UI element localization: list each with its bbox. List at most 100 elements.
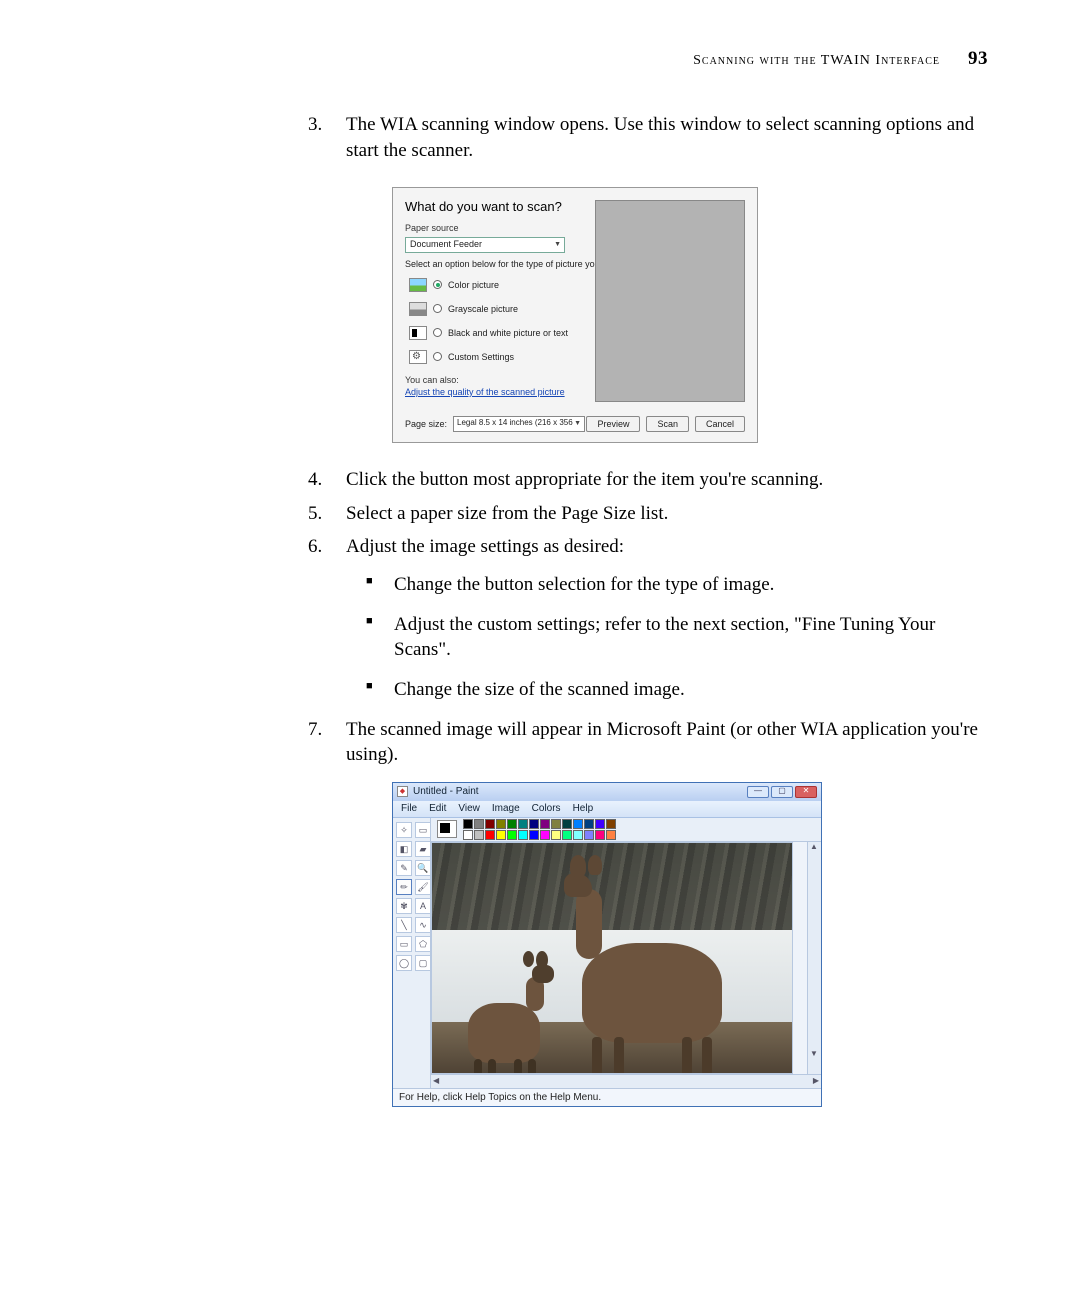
pencil-tool-icon[interactable]: ✏ <box>396 879 412 895</box>
fill-tool-icon[interactable]: ▰ <box>415 841 431 857</box>
color-swatch[interactable] <box>485 830 495 840</box>
radio-bw[interactable] <box>433 328 442 337</box>
color-swatch[interactable] <box>584 830 594 840</box>
scanned-image <box>432 843 792 1073</box>
menu-help[interactable]: Help <box>573 802 594 816</box>
menu-image[interactable]: Image <box>492 802 520 816</box>
color-swatch[interactable] <box>518 830 528 840</box>
color-swatch[interactable] <box>540 819 550 829</box>
step-7-text: The scanned image will appear in Microso… <box>346 719 978 766</box>
paint-toolbox: ✧ ▭ ◧ ▰ ✎ 🔍 ✏ 🖌 ✾ A ╲ ∿ ▭ ⬠ ◯ <box>393 818 431 1088</box>
bw-picture-icon <box>409 326 427 340</box>
option-bw-label: Black and white picture or text <box>448 327 568 339</box>
color-swatch[interactable] <box>485 819 495 829</box>
wia-preview-pane <box>595 200 745 402</box>
current-colors-icon[interactable] <box>437 820 457 838</box>
step-6: Adjust the image settings as desired: Ch… <box>300 534 990 702</box>
text-tool-icon[interactable]: A <box>415 898 431 914</box>
color-swatch[interactable] <box>595 830 605 840</box>
color-picture-icon <box>409 278 427 292</box>
polygon-tool-icon[interactable]: ⬠ <box>415 936 431 952</box>
color-swatch[interactable] <box>606 830 616 840</box>
step-4: Click the button most appropriate for th… <box>300 467 990 493</box>
horizontal-scrollbar[interactable]: ◀▶ <box>431 1074 821 1088</box>
color-swatch[interactable] <box>573 830 583 840</box>
step-6-bullet-1: Change the button selection for the type… <box>366 572 990 598</box>
menu-edit[interactable]: Edit <box>429 802 446 816</box>
vertical-scrollbar[interactable] <box>807 842 821 1074</box>
airbrush-tool-icon[interactable]: ✾ <box>396 898 412 914</box>
option-color-label: Color picture <box>448 279 499 291</box>
paint-color-palette <box>431 818 821 842</box>
page-header: Scanning with the TWAIN Interface 93 <box>693 48 988 70</box>
menu-file[interactable]: File <box>401 802 417 816</box>
color-swatch[interactable] <box>551 819 561 829</box>
radio-color[interactable] <box>433 280 442 289</box>
step-6-text: Adjust the image settings as desired: <box>346 536 624 557</box>
paint-menubar: File Edit View Image Colors Help <box>393 801 821 818</box>
grayscale-picture-icon <box>409 302 427 316</box>
color-swatch[interactable] <box>562 819 572 829</box>
scan-button[interactable]: Scan <box>646 416 689 432</box>
color-swatch[interactable] <box>474 830 484 840</box>
line-tool-icon[interactable]: ╲ <box>396 917 412 933</box>
color-swatch[interactable] <box>529 830 539 840</box>
step-7: The scanned image will appear in Microso… <box>300 717 990 1107</box>
color-swatch[interactable] <box>551 830 561 840</box>
rounded-rect-tool-icon[interactable]: ▢ <box>415 955 431 971</box>
color-swatch[interactable] <box>529 819 539 829</box>
brush-tool-icon[interactable]: 🖌 <box>415 879 431 895</box>
cancel-button[interactable]: Cancel <box>695 416 745 432</box>
maximize-button[interactable]: ▢ <box>771 786 793 798</box>
page-content: The WIA scanning window opens. Use this … <box>300 112 990 1115</box>
color-swatch[interactable] <box>463 819 473 829</box>
paint-app-icon: ◆ <box>397 786 408 797</box>
page-size-value: Legal 8.5 x 14 inches (216 x 356 <box>457 418 573 427</box>
eraser-tool-icon[interactable]: ◧ <box>396 841 412 857</box>
color-swatch[interactable] <box>507 819 517 829</box>
color-swatch[interactable] <box>507 830 517 840</box>
wia-scan-dialog: What do you want to scan? Paper source D… <box>392 187 758 443</box>
picker-tool-icon[interactable]: ✎ <box>396 860 412 876</box>
color-swatch[interactable] <box>573 819 583 829</box>
color-swatch[interactable] <box>595 819 605 829</box>
magnifier-tool-icon[interactable]: 🔍 <box>415 860 431 876</box>
rect-select-tool-icon[interactable]: ▭ <box>415 822 431 838</box>
page-size-select[interactable]: Legal 8.5 x 14 inches (216 x 356 <box>453 416 585 432</box>
color-swatch[interactable] <box>540 830 550 840</box>
menu-view[interactable]: View <box>458 802 480 816</box>
paper-source-value: Document Feeder <box>410 239 482 249</box>
curve-tool-icon[interactable]: ∿ <box>415 917 431 933</box>
freeform-select-tool-icon[interactable]: ✧ <box>396 822 412 838</box>
menu-colors[interactable]: Colors <box>532 802 561 816</box>
step-6-bullet-3: Change the size of the scanned image. <box>366 677 990 703</box>
page-size-label: Page size: <box>405 418 447 430</box>
color-swatch[interactable] <box>463 830 473 840</box>
color-swatch[interactable] <box>496 819 506 829</box>
page-number: 93 <box>968 48 988 69</box>
color-swatch[interactable] <box>474 819 484 829</box>
step-5-text: Select a paper size from the Page Size l… <box>346 503 668 524</box>
color-swatch[interactable] <box>584 819 594 829</box>
color-swatch[interactable] <box>518 819 528 829</box>
step-5: Select a paper size from the Page Size l… <box>300 501 990 527</box>
custom-settings-icon <box>409 350 427 364</box>
color-swatch[interactable] <box>606 819 616 829</box>
color-swatch[interactable] <box>496 830 506 840</box>
option-custom-label: Custom Settings <box>448 351 514 363</box>
ellipse-tool-icon[interactable]: ◯ <box>396 955 412 971</box>
minimize-button[interactable]: — <box>747 786 769 798</box>
radio-gray[interactable] <box>433 304 442 313</box>
paper-source-select[interactable]: Document Feeder <box>405 237 565 253</box>
close-button[interactable]: ✕ <box>795 786 817 798</box>
option-gray-label: Grayscale picture <box>448 303 518 315</box>
rectangle-tool-icon[interactable]: ▭ <box>396 936 412 952</box>
radio-custom[interactable] <box>433 352 442 361</box>
step-3: The WIA scanning window opens. Use this … <box>300 112 990 443</box>
preview-button[interactable]: Preview <box>586 416 640 432</box>
paint-canvas[interactable] <box>431 842 793 1074</box>
step-6-bullet-2: Adjust the custom settings; refer to the… <box>366 612 990 663</box>
step-4-text: Click the button most appropriate for th… <box>346 469 823 490</box>
paint-statusbar: For Help, click Help Topics on the Help … <box>393 1088 821 1106</box>
color-swatch[interactable] <box>562 830 572 840</box>
